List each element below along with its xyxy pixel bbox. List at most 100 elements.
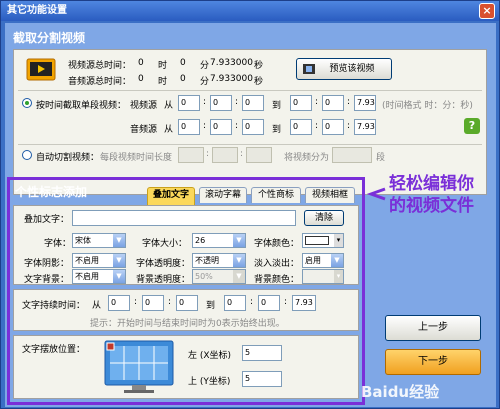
chevron-down-icon: ▼ (113, 254, 125, 267)
video-from-hour-input[interactable]: 0 (178, 95, 200, 111)
duration-to-second-input[interactable]: 7.93 (292, 295, 316, 311)
help-icon[interactable]: ? (464, 118, 480, 134)
chevron-down-icon: ▾ (334, 234, 343, 247)
duration-hint: 提示：开始时间与结束时间时为0表示始终出现。 (90, 319, 285, 329)
duration-panel: 文字持续时间： 从 0 : 0 : 0 到 0 : 0 : 7.93 提示：开始… (13, 289, 359, 331)
tab-overlay-text[interactable]: 叠加文字 (147, 187, 195, 205)
hours-unit: 时 (158, 77, 168, 87)
next-step-button[interactable]: 下一步 (385, 349, 481, 375)
video-to-hour-input[interactable]: 0 (290, 95, 312, 111)
tab-scroll-subtitle[interactable]: 滚动字幕 (199, 187, 247, 203)
minutes-unit: 分 (200, 77, 210, 87)
auto-cut-radio[interactable] (22, 150, 32, 160)
duration-from-minute-input[interactable]: 0 (142, 295, 164, 311)
x-coordinate-label: 左 (X坐标) (188, 351, 232, 361)
font-shadow-select[interactable]: 不启用 ▼ (72, 253, 126, 268)
audio-source-label: 音频源 (130, 125, 158, 135)
screen-position-icon[interactable] (104, 340, 174, 394)
window-title: 其它功能设置 (7, 5, 67, 16)
prev-step-button[interactable]: 上一步 (385, 315, 481, 341)
preview-video-button[interactable]: 预览该视频 (296, 58, 392, 80)
to-label: 到 (272, 101, 282, 111)
font-shadow-label: 字体阴影： (24, 259, 70, 269)
audio-from-minute-input[interactable]: 0 (210, 119, 232, 135)
video-source-label: 视频源 (130, 101, 158, 111)
segment-unit: 段 (376, 153, 386, 163)
fade-value: 启用 (305, 256, 321, 265)
bg-opacity-select[interactable]: 50% ▼ (192, 269, 246, 284)
audio-to-minute-input[interactable]: 0 (322, 119, 344, 135)
y-coordinate-input[interactable]: 5 (242, 371, 282, 387)
tab-video-frame[interactable]: 视频相框 (305, 187, 355, 203)
y-coordinate-label: 上 (Y坐标) (188, 377, 231, 387)
text-bg-select[interactable]: 不启用 ▼ (72, 269, 126, 284)
seconds-unit: 秒 (254, 61, 264, 71)
duration-from-second-input[interactable]: 0 (176, 295, 198, 311)
segment-count-input[interactable] (332, 147, 372, 163)
text-bg-value: 不启用 (75, 272, 99, 281)
overlay-section-title: 个性标志添加 (15, 185, 88, 199)
video-from-minute-input[interactable]: 0 (210, 95, 232, 111)
font-size-label: 字体大小： (142, 239, 188, 249)
minutes-unit: 分 (200, 61, 210, 71)
duration-to-minute-input[interactable]: 0 (258, 295, 280, 311)
font-color-picker[interactable]: ▾ (302, 233, 344, 248)
chevron-down-icon: ▼ (233, 234, 245, 247)
position-panel: 文字摆放位置： 左 (X坐标) 5 上 (Y坐标) 5 (13, 335, 359, 399)
font-color-label: 字体颜色： (254, 239, 300, 249)
font-size-value: 26 (195, 236, 206, 245)
bg-color-picker[interactable]: ▾ (302, 269, 344, 284)
audio-to-hour-input[interactable]: 0 (290, 119, 312, 135)
tab-custom-logo[interactable]: 个性商标 (251, 187, 301, 203)
segment-length-label: 每段视频时间长度 (100, 153, 173, 163)
video-to-minute-input[interactable]: 0 (322, 95, 344, 111)
from-label: 从 (164, 101, 174, 111)
audio-total-label: 音频源总时间： (68, 77, 132, 87)
font-select[interactable]: 宋体 ▼ (72, 233, 126, 248)
font-opacity-select[interactable]: 不透明 ▼ (192, 253, 246, 268)
audio-to-second-input[interactable]: 7.93 (354, 119, 376, 135)
font-size-select[interactable]: 26 ▼ (192, 233, 246, 248)
close-button[interactable]: × (479, 3, 495, 19)
overlay-text-input[interactable] (72, 210, 296, 226)
fade-label: 淡入淡出： (254, 259, 300, 269)
position-label: 文字摆放位置： (22, 345, 86, 355)
audio-from-hour-input[interactable]: 0 (178, 119, 200, 135)
fade-select[interactable]: 启用 ▼ (302, 253, 344, 268)
font-label: 字体： (44, 239, 72, 249)
bg-opacity-value: 50% (195, 272, 213, 281)
bg-color-label: 背景颜色： (254, 275, 300, 285)
duration-from-hour-input[interactable]: 0 (108, 295, 130, 311)
video-total-hours: 0 (138, 58, 144, 68)
by-time-label: 按时间截取单段视频： (36, 101, 127, 111)
to-label: 到 (272, 125, 282, 135)
font-value: 宋体 (75, 236, 91, 245)
divider (18, 90, 482, 91)
font-shadow-value: 不启用 (75, 256, 99, 265)
x-coordinate-input[interactable]: 5 (242, 345, 282, 361)
annotation-line-2: 的视频文件 (389, 196, 474, 216)
video-from-second-input[interactable]: 0 (242, 95, 264, 111)
segment-second-input[interactable] (246, 147, 272, 163)
clear-button[interactable]: 清除 (304, 210, 344, 226)
chevron-down-icon: ▼ (113, 270, 125, 283)
from-label: 从 (164, 125, 174, 135)
audio-total-hours: 0 (138, 74, 144, 84)
baidu-watermark: Baidu经验 (361, 383, 440, 401)
preview-button-label: 预览该视频 (329, 64, 375, 74)
chevron-down-icon: ▾ (334, 270, 343, 283)
overlay-text-panel: 叠加文字： 清除 字体： 宋体 ▼ 字体大小： 26 ▼ 字体颜色： ▾ 字体阴影：… (13, 205, 359, 285)
duration-to-hour-input[interactable]: 0 (224, 295, 246, 311)
overlay-text-label: 叠加文字： (24, 215, 70, 225)
video-to-second-input[interactable]: 7.93 (354, 95, 376, 111)
duration-label: 文字持续时间： (22, 301, 86, 311)
chevron-down-icon: ▼ (233, 270, 245, 283)
to-label: 到 (206, 301, 216, 311)
segment-hour-input[interactable] (178, 147, 204, 163)
audio-from-second-input[interactable]: 0 (242, 119, 264, 135)
by-time-radio[interactable] (22, 98, 32, 108)
video-total-minutes: 0 (180, 58, 186, 68)
title-bar: 其它功能设置 × (1, 1, 499, 21)
bg-opacity-label: 背景透明度： (136, 275, 191, 285)
segment-minute-input[interactable] (212, 147, 238, 163)
